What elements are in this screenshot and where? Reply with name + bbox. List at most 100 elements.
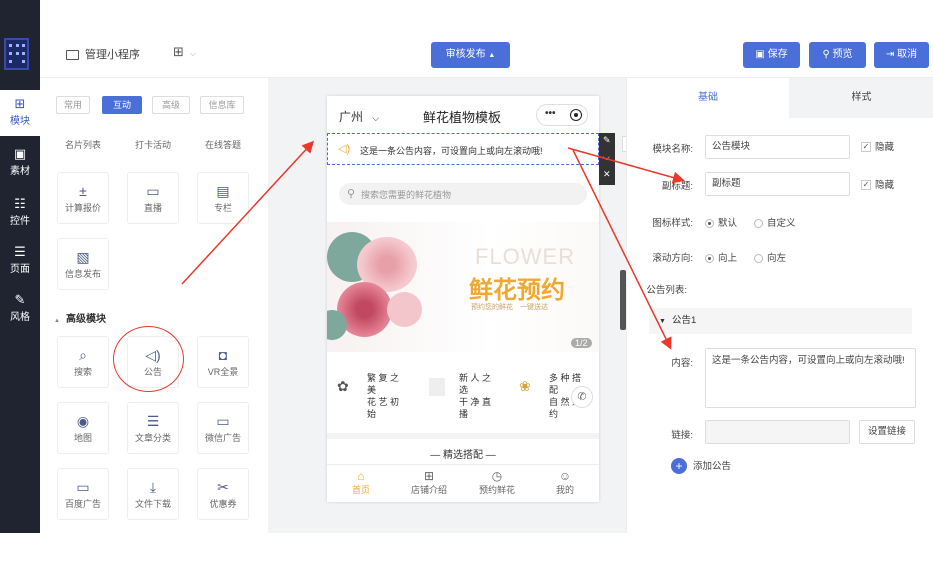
radio-dot	[754, 253, 763, 263]
capsule-menu[interactable]: •••	[536, 104, 588, 126]
search-placeholder: 搜索您需要的鲜花植物	[361, 190, 452, 200]
ad-icon: ▭	[76, 479, 90, 495]
advanced-section-title: ▲ 高级模块	[54, 310, 106, 325]
feature-grid: ✿ 繁 复 之美花 艺 初始 新 人 之选干 净 直播 ❀ 多 种 搭配自 然 …	[327, 364, 599, 428]
save-icon: ▣	[755, 49, 765, 60]
sidebar-item-style[interactable]: ✎ 风格	[0, 286, 40, 332]
hide-subtitle-checkbox[interactable]: ✓ 隐藏	[861, 177, 894, 191]
phone-search-input[interactable]: ⚲ 搜索您需要的鲜花植物	[339, 183, 587, 205]
phone-call-icon[interactable]: ✆	[571, 386, 593, 408]
save-button[interactable]: ▣ 保存	[743, 42, 800, 68]
search-icon: ⌕	[79, 347, 87, 363]
app-switcher[interactable]: 管理小程序	[66, 46, 140, 62]
radio-custom[interactable]: 自定义	[754, 215, 796, 229]
sidebar-item-label: 页面	[10, 264, 30, 275]
home-icon: ⌂	[357, 469, 365, 483]
hide-title-checkbox[interactable]: ✓ 隐藏	[861, 139, 894, 153]
tab-interactive[interactable]: 互动	[102, 96, 142, 114]
add-notice-button[interactable]: + 添加公告	[671, 458, 731, 475]
left-sidebar: ⊞ 模块 ▣ 素材 ☷ 控件 ☰ 页面 ✎ 风格	[0, 0, 40, 533]
sliders-icon: ☷	[14, 196, 26, 211]
widget-card-live[interactable]: ▭ 直播	[127, 172, 179, 224]
city-label: 广州	[339, 110, 364, 124]
caret-down-icon: ▼	[659, 318, 666, 325]
feature-line: 选	[459, 385, 469, 395]
feature-item[interactable]: ✿ 繁 复 之美花 艺 初始	[333, 372, 419, 422]
widget-card-vr[interactable]: ◘ VR全景	[197, 336, 249, 388]
close-icon[interactable]: ✕	[603, 169, 611, 180]
tab-style[interactable]: 样式	[789, 78, 933, 118]
sidebar-item-material[interactable]: ▣ 素材	[0, 140, 40, 186]
advanced-title-text: 高级模块	[65, 314, 106, 325]
feature-text: 新 人 之选干 净 直播	[459, 372, 491, 420]
notice-item-header[interactable]: ▼ 公告1	[649, 308, 912, 334]
widget-card-file-download[interactable]: ⤓ 文件下载	[127, 468, 179, 520]
nav-shop-intro[interactable]: ⊞ 店铺介绍	[399, 469, 459, 496]
highlight-circle	[113, 326, 184, 392]
banner-sub-left: 预约您的鲜花	[471, 304, 513, 311]
link-input[interactable]	[705, 420, 850, 444]
widget-card-label: 文章分类	[134, 433, 171, 443]
widget-card-label[interactable]: 在线答题	[197, 138, 249, 151]
widget-card-coupon[interactable]: ✂ 优惠券	[197, 468, 249, 520]
sidebar-item-pages[interactable]: ☰ 页面	[0, 238, 40, 284]
notice-item-title: 公告1	[671, 315, 697, 326]
radio-dot	[754, 218, 763, 228]
banner-sub-right: 一键送达	[520, 304, 548, 311]
tab-advanced[interactable]: 高级	[152, 96, 190, 114]
notice-bar[interactable]: ◁) 这是一条公告内容，可设置向上或向左滚动哦!	[327, 133, 599, 165]
widget-card-column[interactable]: ▤ 专栏	[197, 172, 249, 224]
nav-label: 店铺介绍	[410, 485, 447, 495]
content-label: 内容:	[671, 358, 693, 369]
widget-card-quote[interactable]: ± 计算报价	[57, 172, 109, 224]
search-icon: ⚲	[822, 49, 830, 60]
tab-info-library[interactable]: 信息库	[200, 96, 244, 114]
calculator-icon: ±	[79, 183, 87, 199]
city-selector[interactable]: 广州 ⌵	[339, 108, 379, 125]
widget-card-label[interactable]: 名片列表	[57, 138, 109, 151]
sidebar-item-modules[interactable]: ⊞ 模块	[0, 90, 40, 136]
preview-button[interactable]: ⚲ 预览	[809, 42, 866, 68]
tab-basic[interactable]: 基础	[627, 78, 789, 118]
nav-mine[interactable]: ☺ 我的	[535, 469, 595, 496]
widget-card-wechat-ad[interactable]: ▭ 微信广告	[197, 402, 249, 454]
module-name-input[interactable]: 公告模块	[705, 135, 850, 159]
publish-button[interactable]: 审核发布 ▲	[431, 42, 510, 68]
ticket-icon: ✂	[217, 479, 229, 495]
banner-carousel[interactable]: FLOWER 鲜花预约 预约您的鲜花 一键送达 1/2	[327, 222, 599, 352]
app-name: 管理小程序	[85, 49, 140, 61]
widget-card-search[interactable]: ⌕ 搜索	[57, 336, 109, 388]
feature-line: 新 人 之	[459, 373, 492, 383]
chevron-down-icon[interactable]: ⌵	[603, 152, 610, 163]
sidebar-item-controls[interactable]: ☷ 控件	[0, 190, 40, 236]
nav-booking[interactable]: ◷ 预约鲜花	[467, 469, 527, 496]
radio-label: 默认	[718, 218, 738, 229]
radio-dot	[705, 253, 714, 263]
widget-card-label: 计算报价	[64, 203, 101, 213]
cancel-button[interactable]: ⇥ 取消	[874, 42, 929, 68]
widget-card-label[interactable]: 打卡活动	[127, 138, 179, 151]
grid-menu[interactable]: ⊞ ⌵	[173, 44, 196, 60]
chevron-down-icon: ⌵	[189, 49, 196, 58]
sidebar-item-label: 风格	[10, 312, 30, 323]
feature-item[interactable]: 新 人 之选干 净 直播	[423, 372, 509, 422]
tab-common[interactable]: 常用	[56, 96, 90, 114]
widget-card-map[interactable]: ◉ 地图	[57, 402, 109, 454]
set-link-button[interactable]: 设置链接	[859, 420, 915, 444]
radio-up[interactable]: 向上	[705, 250, 737, 264]
radio-label: 自定义	[767, 218, 796, 229]
widget-card-info-post[interactable]: ▧ 信息发布	[57, 238, 109, 290]
feature-text: 繁 复 之美花 艺 初始	[367, 372, 399, 420]
widget-card-baidu-ad[interactable]: ▭ 百度广告	[57, 468, 109, 520]
subtitle-input[interactable]: 副标题	[705, 172, 850, 196]
caret-down-icon: ▲	[54, 318, 60, 324]
radio-default[interactable]: 默认	[705, 215, 737, 229]
nav-home[interactable]: ⌂ 首页	[331, 469, 391, 496]
pencil-icon[interactable]: ✎	[603, 135, 611, 146]
sidebar-item-label: 控件	[10, 216, 30, 227]
widget-card-article-category[interactable]: ☰ 文章分类	[127, 402, 179, 454]
radio-left[interactable]: 向左	[754, 250, 786, 264]
sidebar-item-label: 素材	[10, 166, 30, 177]
content-textarea[interactable]: 这是一条公告内容，可设置向上或向左滚动哦!	[705, 348, 916, 408]
bottom-nav: ⌂ 首页 ⊞ 店铺介绍 ◷ 预约鲜花 ☺ 我的	[327, 464, 599, 502]
